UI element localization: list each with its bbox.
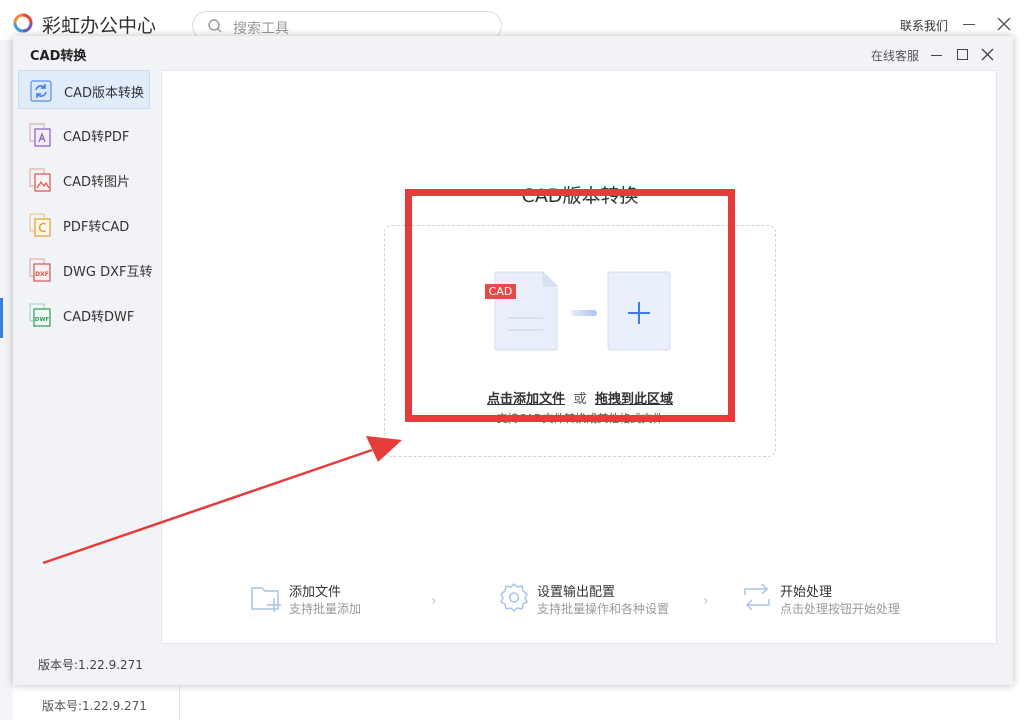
step-title: 开始处理 [780,585,833,600]
page-title: CAD版本转换 [521,185,639,207]
search-placeholder: 搜索工具 [233,21,289,37]
drag-here-text: 拖拽到此区域 [595,392,674,407]
step-chevron-1: › [431,593,437,609]
dialog-version: 版本号:1.22.9.271 [38,658,143,672]
main-divider [179,685,180,720]
sidebar-item-pdf-to-cad[interactable]: PDF转CAD [18,205,150,244]
step-desc: 点击处理按钮开始处理 [780,602,901,616]
drop-hint: 支持CAD文件转换成其他格式文件 [496,412,664,425]
drop-instruction: 点击添加文件 或 拖拽到此区域 [385,388,775,407]
settings-gear-icon [500,583,528,612]
sidebar-item-label: PDF转CAD [63,220,130,235]
or-text: 或 [573,392,587,407]
main-panel: CAD版本转换 CAD 点击添加文件 或 拖拽到此区域 支持CAD文件转换成其他… [161,70,997,644]
sidebar-item-label: CAD转图片 [63,175,130,190]
sidebar-item-dwg-dxf[interactable]: DXF DWG DXF互转 [18,250,153,289]
cad-to-dwf-icon: DWF [29,303,51,327]
folder-add-icon [251,587,281,612]
dialog-title: CAD转换 [30,49,87,64]
svg-text:DWF: DWF [35,317,50,323]
cad-version-icon [30,80,52,102]
sidebar-item-cad-version[interactable]: CAD版本转换 [18,70,150,109]
app-name: 彩虹办公中心 [42,15,157,37]
cad-to-pdf-icon [29,123,51,147]
dialog-minimize-button[interactable] [931,55,942,56]
cad-to-image-icon [29,168,51,192]
main-sidebar-active-marker [0,298,3,338]
sidebar-item-cad-to-pdf[interactable]: CAD转PDF [18,115,150,154]
app-minimize-button[interactable] [963,24,975,25]
cad-badge: CAD [485,284,516,299]
search-icon [208,19,222,33]
contact-us-link[interactable]: 联系我们 [900,17,948,34]
dialog-close-button[interactable] [981,48,994,61]
app-close-button[interactable] [996,16,1012,32]
dwg-dxf-icon: DXF [29,258,51,282]
step-title: 设置输出配置 [537,585,616,600]
online-service-link[interactable]: 在线客服 [871,47,919,64]
sidebar-item-label: DWG DXF互转 [63,265,153,280]
file-drop-zone[interactable]: CAD 点击添加文件 或 拖拽到此区域 支持CAD文件转换成其他格式文件 [384,225,776,457]
click-add-file-link[interactable]: 点击添加文件 [487,392,565,407]
sidebar-item-cad-to-dwf[interactable]: DWF CAD转DWF [18,295,150,334]
sidebar-item-cad-to-image[interactable]: CAD转图片 [18,160,150,199]
dialog-maximize-button[interactable] [957,49,968,60]
tool-sidebar: CAD版本转换 CAD转PDF CAD转图片 PDF转CAD DXF DWG D… [18,70,153,340]
step-desc: 支持批量添加 [289,602,362,616]
step-chevron-2: › [703,593,709,609]
pdf-to-cad-icon [29,213,51,237]
main-sidebar [0,40,13,720]
process-arrows-icon [744,583,770,611]
sidebar-item-label: CAD转PDF [63,130,130,145]
app-version: 版本号:1.22.9.271 [42,699,147,713]
svg-text:DXF: DXF [35,271,49,278]
sidebar-item-label: CAD转DWF [63,310,135,325]
rainbow-logo-icon [13,13,33,33]
step-title: 添加文件 [289,585,342,600]
cad-convert-dialog: CAD转换 在线客服 CAD版本转换 CAD转PDF CAD转图片 PDF转CA… [13,36,1013,685]
step-desc: 支持批量操作和各种设置 [537,602,670,616]
sidebar-item-label: CAD版本转换 [64,86,144,101]
